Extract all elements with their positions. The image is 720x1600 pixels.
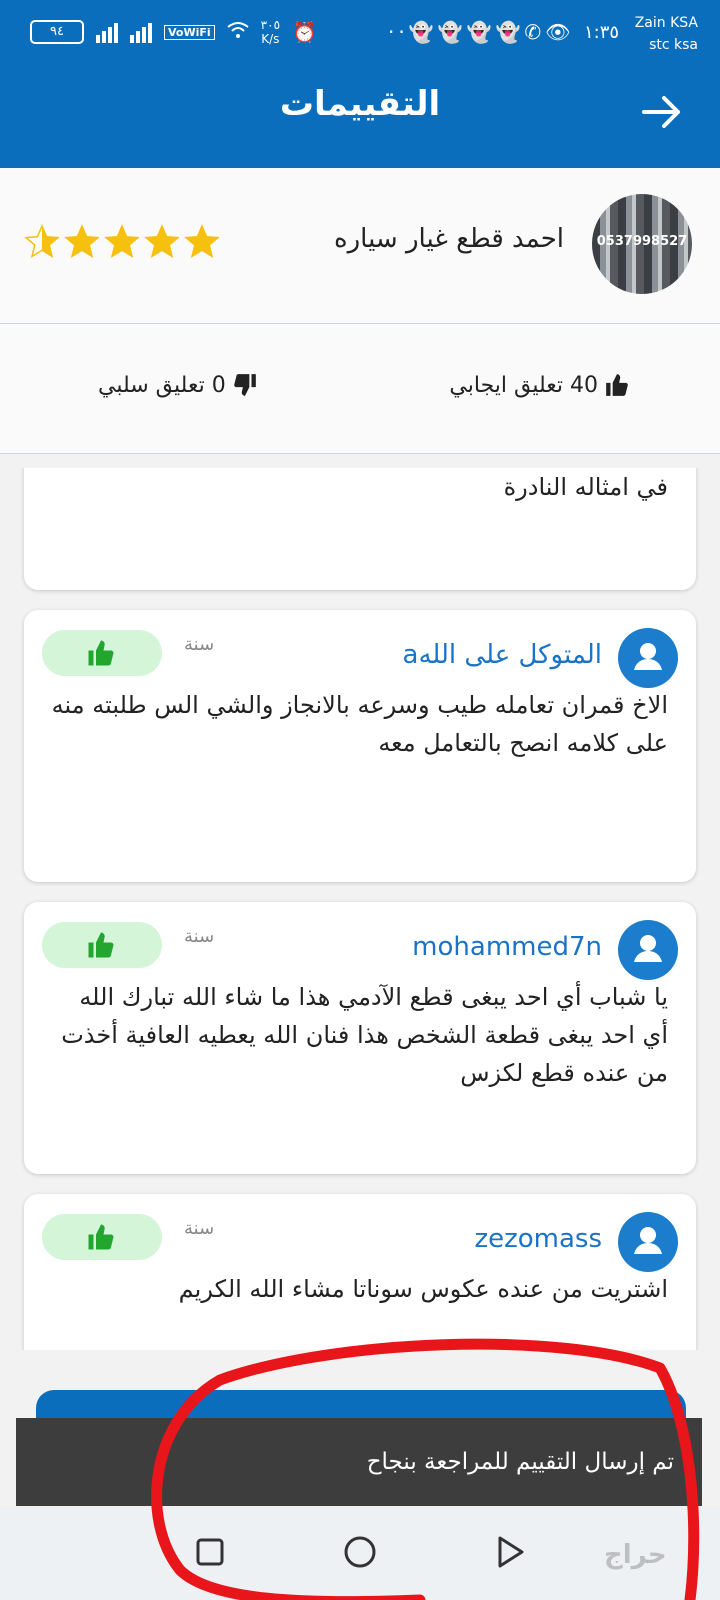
- thumbs-up-icon: [88, 640, 114, 666]
- review-time: سنة: [184, 1218, 215, 1239]
- star-filled-icon: [184, 224, 220, 259]
- rating-stars: [24, 224, 220, 260]
- snapchat-icon: 👻: [466, 20, 496, 44]
- star-filled-icon: [144, 224, 180, 259]
- notification-icons: ··👻👻👻👻✆👁: [388, 20, 575, 44]
- status-bar: ٩٤ VoWiFi ٣٠٥ K/s ⏰ ··👻👻👻👻✆👁 ١:٣٥ Zain KS…: [0, 0, 720, 70]
- review-text: اشتريت من عنده عكوس سوناتا مشاء الله الك…: [178, 1275, 668, 1303]
- star-filled-icon: [64, 224, 100, 259]
- thumbs-up-icon: [606, 374, 628, 396]
- eye-icon: 👁: [545, 20, 575, 44]
- battery-icon: ٩٤: [30, 20, 84, 44]
- like-button[interactable]: [42, 1214, 162, 1260]
- clock: ١:٣٥: [584, 22, 620, 43]
- user-icon: [618, 920, 678, 980]
- feedback-counts: 40 تعليق ايجابي 0 تعليق سلبي: [0, 324, 720, 454]
- review-text: يا شباب أي احد يبغى قطع الآدمي هذا ما شا…: [61, 983, 668, 1087]
- star-filled-icon: [104, 224, 140, 259]
- positive-count: 40 تعليق ايجابي: [449, 372, 630, 398]
- like-button[interactable]: [42, 630, 162, 676]
- carrier-info: Zain KSA stc ksa: [635, 12, 698, 56]
- review-card: في امثاله النادرة: [24, 468, 696, 590]
- carrier-2: stc ksa: [649, 37, 698, 53]
- review-text: الاخ قمران تعامله طيب وسرعه بالانجاز وال…: [51, 691, 668, 757]
- reviews-list[interactable]: في امثاله النادرة المتوكل على اللهa سنة …: [0, 468, 720, 1350]
- review-text: في امثاله النادرة: [503, 473, 668, 501]
- snapchat-icon: 👻: [495, 20, 525, 44]
- review-username[interactable]: mohammed7n: [412, 932, 602, 962]
- square-icon: [196, 1538, 224, 1566]
- review-card: المتوكل على اللهa سنة الاخ قمران تعامله …: [24, 610, 696, 882]
- more-dots-icon: ··: [388, 20, 409, 44]
- user-icon: [618, 628, 678, 688]
- haraj-watermark: حراج: [604, 1540, 667, 1570]
- wifi-icon: [227, 21, 249, 43]
- signal-icon-2: [130, 21, 152, 43]
- back-button[interactable]: [640, 92, 684, 132]
- whatsapp-icon: ✆: [524, 20, 546, 44]
- snapchat-icon: 👻: [437, 20, 467, 44]
- page-title: التقييمات: [279, 84, 441, 124]
- negative-count: 0 تعليق سلبي: [98, 372, 258, 398]
- arrow-right-icon: [642, 96, 680, 128]
- review-time: سنة: [184, 926, 215, 947]
- carrier-1: Zain KSA: [634, 15, 698, 31]
- triangle-back-icon: [498, 1536, 524, 1568]
- vowifi-icon: VoWiFi: [164, 24, 215, 40]
- toast-message: تم إرسال التقييم للمراجعة بنجاح: [16, 1418, 702, 1506]
- merchant-avatar[interactable]: 0537998527: [592, 194, 692, 294]
- merchant-panel: 0537998527 احمد قطع غيار سياره: [0, 168, 720, 324]
- signal-icon: [96, 21, 118, 43]
- merchant-name[interactable]: احمد قطع غيار سياره: [334, 224, 564, 254]
- review-username[interactable]: المتوكل على اللهa: [403, 640, 602, 670]
- thumbs-up-icon: [88, 932, 114, 958]
- thumbs-up-icon: [88, 1224, 114, 1250]
- review-card: zezomass سنة اشتريت من عنده عكوس سوناتا …: [24, 1194, 696, 1350]
- status-left-icons: ٩٤ VoWiFi ٣٠٥ K/s ⏰: [30, 18, 317, 46]
- thumbs-down-icon: [233, 374, 256, 396]
- back-nav-button[interactable]: [490, 1532, 530, 1572]
- like-button[interactable]: [42, 922, 162, 968]
- snapchat-icon: 👻: [408, 20, 438, 44]
- home-button[interactable]: [340, 1532, 380, 1572]
- star-half-icon: [24, 224, 60, 259]
- alarm-icon: ⏰: [292, 20, 317, 44]
- review-time: سنة: [184, 634, 215, 655]
- app-header: ٩٤ VoWiFi ٣٠٥ K/s ⏰ ··👻👻👻👻✆👁 ١:٣٥ Zain KS…: [0, 0, 720, 168]
- circle-icon: [344, 1536, 376, 1568]
- network-speed: ٣٠٥ K/s: [260, 18, 281, 46]
- recents-button[interactable]: [190, 1532, 230, 1572]
- review-card: mohammed7n سنة يا شباب أي احد يبغى قطع ا…: [24, 902, 696, 1174]
- user-icon: [618, 1212, 678, 1272]
- review-username[interactable]: zezomass: [474, 1224, 602, 1254]
